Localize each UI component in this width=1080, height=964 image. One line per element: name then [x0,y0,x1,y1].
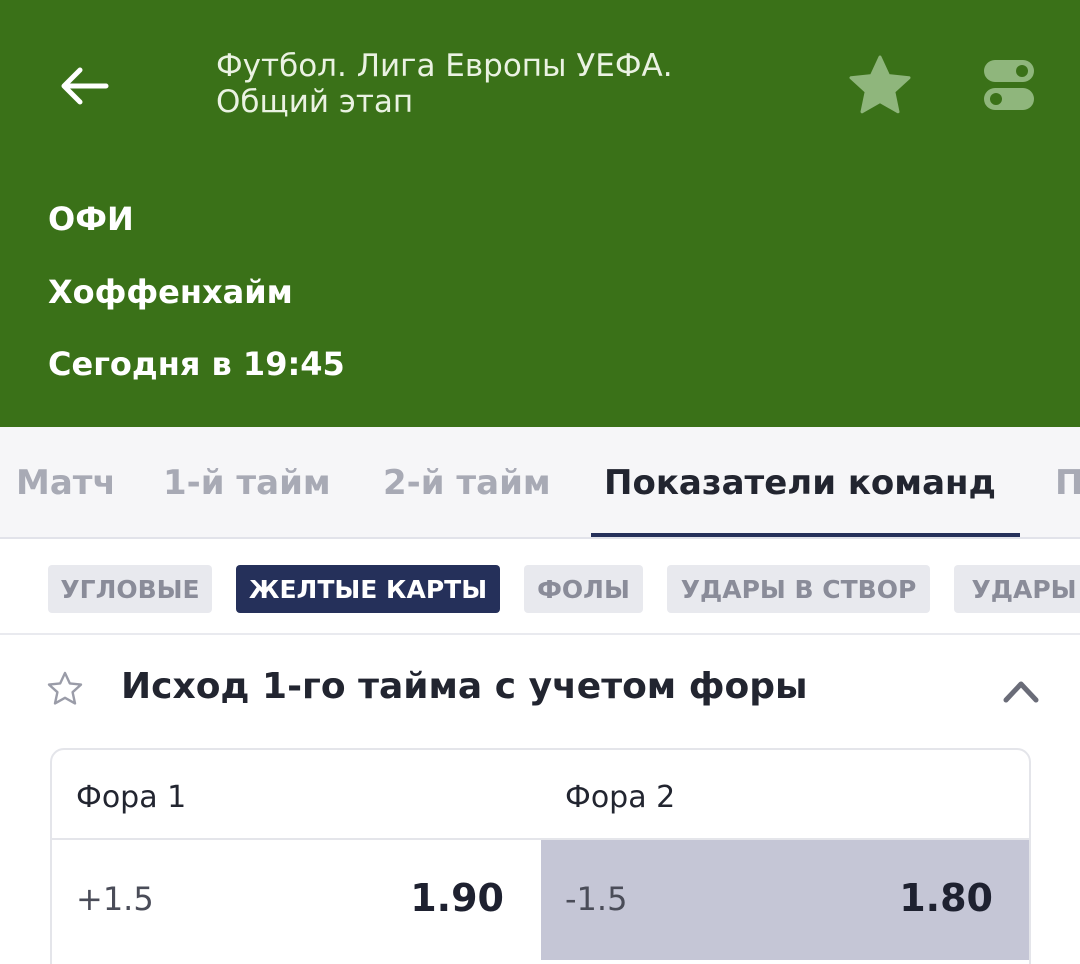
collapse-button[interactable] [998,670,1044,710]
league-title: Футбол. Лига Европы УЕФА. Общий этап [216,48,673,120]
back-button[interactable] [52,56,116,116]
chip-yellow-cards[interactable]: ЖЕЛТЫЕ КАРТЫ [236,565,500,613]
favorite-button[interactable] [846,52,914,120]
arrow-left-icon [61,67,109,105]
market-tabs: Матч 1-й тайм 2-й тайм Показатели команд… [0,427,1080,539]
tab-next[interactable]: П [1055,463,1080,503]
tab-first-half[interactable]: 1-й тайм [163,463,331,503]
chip-shots-on-target[interactable]: УДАРЫ В СТВОР [667,565,930,613]
away-team: Хоффенхайм [48,273,293,311]
chevron-up-icon [1003,681,1039,703]
chip-fouls[interactable]: ФОЛЫ [524,565,643,613]
odds-value: 1.80 [899,876,993,920]
handicap-value: +1.5 [76,880,154,918]
tab-match[interactable]: Матч [16,463,116,503]
stat-filter-chips: УГЛОВЫЕ ЖЕЛТЫЕ КАРТЫ ФОЛЫ УДАРЫ В СТВОР … [0,541,1080,635]
settings-toggle-button[interactable] [980,56,1038,114]
match-header: Футбол. Лига Европы УЕФА. Общий этап ОФИ… [0,0,1080,427]
league-stage: Общий этап [216,84,414,120]
star-outline-icon [47,671,83,705]
market-header: Исход 1-го тайма с учетом форы [0,640,1080,736]
odds-table: Фора 1 Фора 2 +1.5 1.90 -1.5 1.80 [50,748,1031,964]
chip-corners[interactable]: УГЛОВЫЕ [48,565,212,613]
toggle-icon [984,60,1034,110]
chip-shots[interactable]: УДАРЫ [954,565,1080,613]
active-tab-indicator [591,533,1020,537]
market-favorite-button[interactable] [46,670,84,708]
column-header-handicap-1: Фора 1 [76,780,187,815]
outcome-cell-away-selected[interactable]: -1.5 1.80 [541,840,1029,960]
market-title: Исход 1-го тайма с учетом форы [121,666,808,707]
handicap-value: -1.5 [565,880,628,918]
tab-team-stats[interactable]: Показатели команд [604,463,996,503]
column-header-handicap-2: Фора 2 [565,780,676,815]
home-team: ОФИ [48,200,134,238]
outcome-cell-home[interactable]: +1.5 1.90 [52,840,541,960]
tab-second-half[interactable]: 2-й тайм [383,463,551,503]
match-time: Сегодня в 19:45 [48,345,345,383]
odds-value: 1.90 [410,876,504,920]
league-name: Футбол. Лига Европы УЕФА. [216,48,673,84]
star-icon [849,55,911,114]
